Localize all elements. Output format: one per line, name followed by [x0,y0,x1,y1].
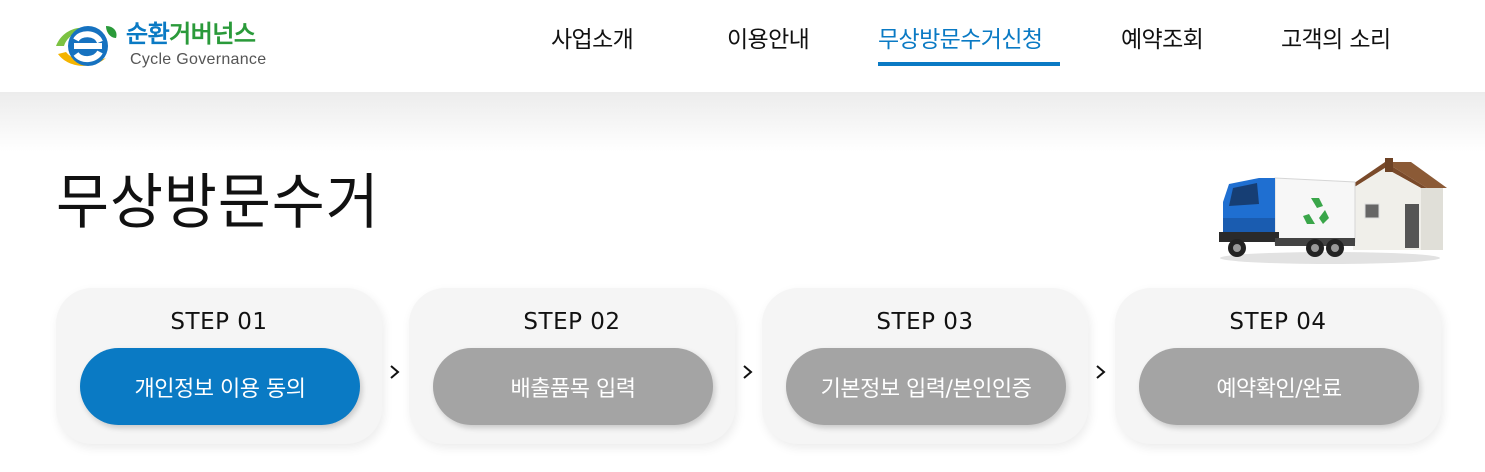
header-shadow [0,92,1485,152]
nav-item-usage-guide[interactable]: 이용안내 [727,24,810,56]
step-button-privacy-consent[interactable]: 개인정보 이용 동의 [80,348,360,425]
step-card-2: STEP 02 배출품목 입력 [409,288,735,444]
nav-item-customer-voice[interactable]: 고객의 소리 [1281,24,1391,56]
chevron-right-icon [743,365,753,379]
nav-item-business-intro[interactable]: 사업소개 [551,24,634,56]
step-button-basic-info-verification[interactable]: 기본정보 입력/본인인증 [786,348,1066,425]
nav-item-reservation-lookup[interactable]: 예약조회 [1121,24,1204,56]
step-card-1: STEP 01 개인정보 이용 동의 [56,288,382,444]
step-label: STEP 02 [523,309,621,335]
nav-item-free-pickup-request[interactable]: 무상방문수거신청 [878,24,1043,56]
step-card-4: STEP 04 예약확인/완료 [1115,288,1441,444]
step-label: STEP 03 [876,309,974,335]
chevron-right-icon [390,365,400,379]
main-nav: 사업소개 이용안내 무상방문수거신청 예약조회 고객의 소리 [0,0,1485,92]
step-label: STEP 01 [170,309,268,335]
step-card-3: STEP 03 기본정보 입력/본인인증 [762,288,1088,444]
chevron-right-icon [1096,365,1106,379]
page-title: 무상방문수거 [56,168,380,238]
step-button-item-input[interactable]: 배출품목 입력 [433,348,713,425]
truck-icon [1219,177,1356,257]
step-label: STEP 04 [1229,309,1327,335]
nav-active-underline [878,62,1060,66]
recycling-truck-house-illustration [1219,158,1447,264]
house-icon [1347,158,1447,250]
step-button-reservation-confirm[interactable]: 예약확인/완료 [1139,348,1419,425]
site-header: 순환거버넌스 Cycle Governance 사업소개 이용안내 무상방문수거… [0,0,1485,92]
